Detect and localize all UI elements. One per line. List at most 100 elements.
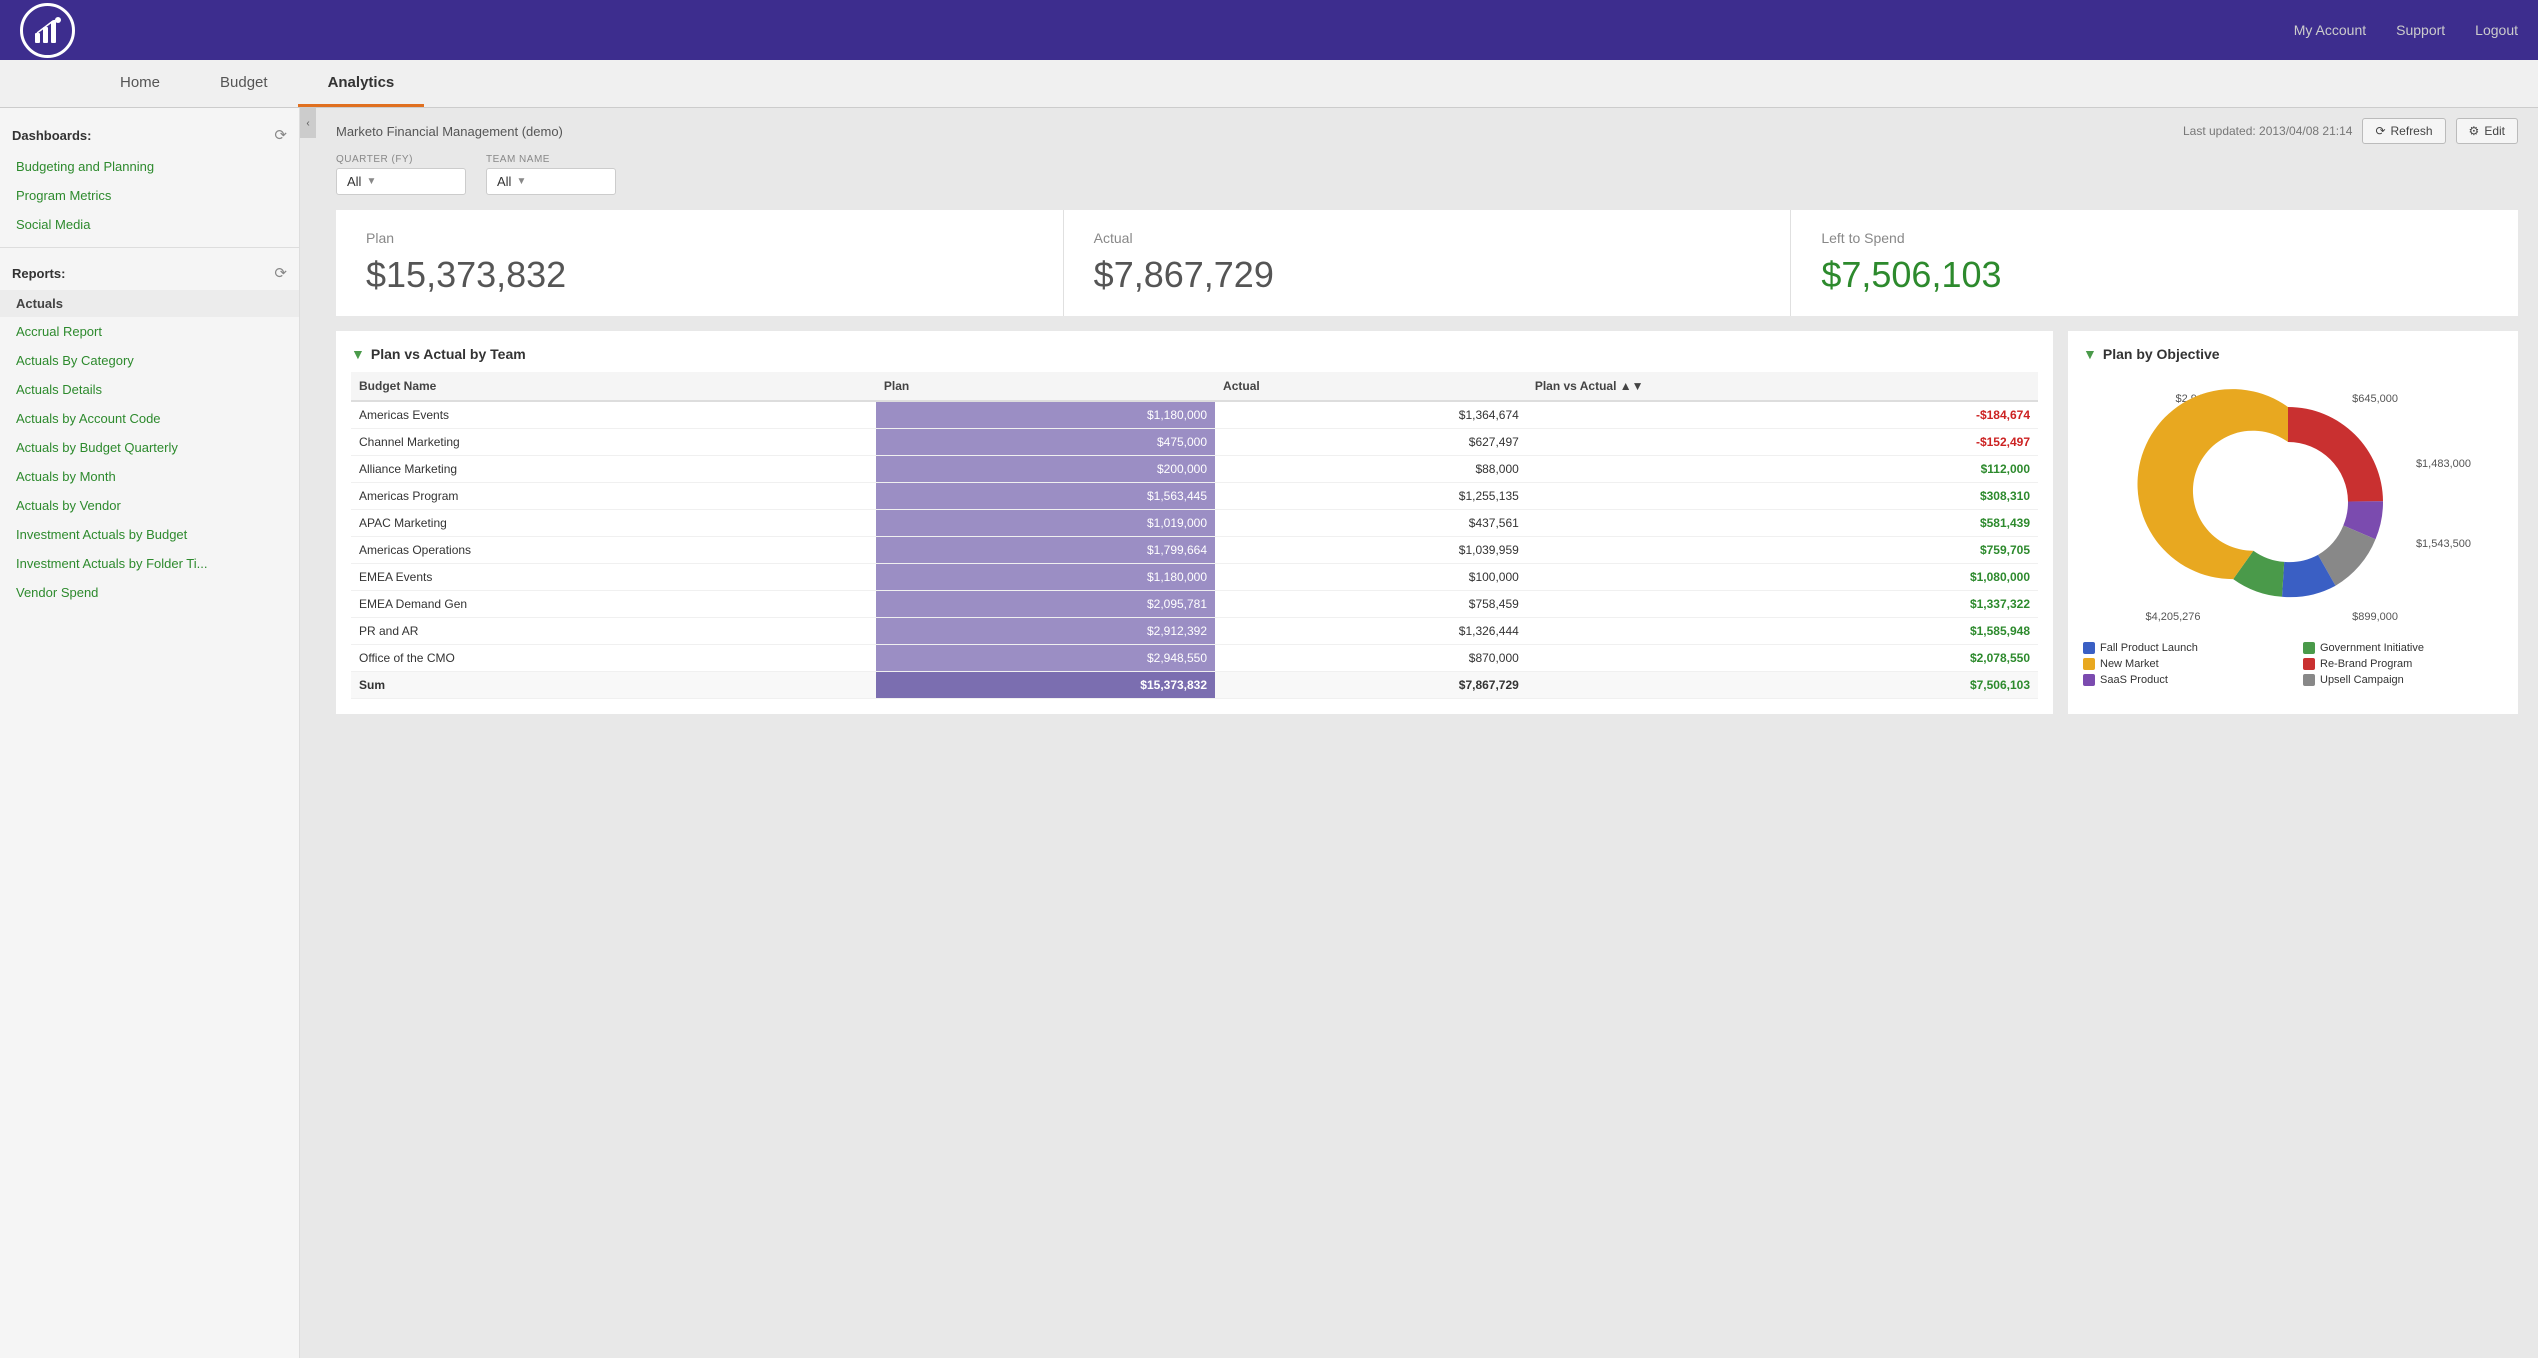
- sidebar-item-investment-actuals-folder[interactable]: Investment Actuals by Folder Ti...: [0, 549, 299, 578]
- sidebar-item-budgeting[interactable]: Budgeting and Planning: [0, 152, 299, 181]
- legend-upsell: Upsell Campaign: [2303, 674, 2503, 686]
- edit-icon: ⚙: [2469, 124, 2480, 138]
- dashboards-refresh-icon[interactable]: ⟳: [274, 126, 287, 144]
- analytics-tab[interactable]: Analytics: [298, 60, 425, 107]
- row-budget-name: PR and AR: [351, 618, 876, 645]
- header-right: Last updated: 2013/04/08 21:14 ⟳ Refresh…: [2183, 118, 2518, 144]
- table-title-text: Plan vs Actual by Team: [371, 346, 526, 362]
- team-arrow-icon: ▼: [516, 176, 526, 187]
- dashboards-header: Dashboards: ⟳: [0, 118, 299, 152]
- last-updated-text: Last updated: 2013/04/08 21:14: [2183, 124, 2352, 138]
- main-content: Marketo Financial Management (demo) Last…: [316, 108, 2538, 1358]
- quarter-filter-group: QUARTER (FY) All ▼: [336, 154, 466, 195]
- row-actual: $437,561: [1215, 510, 1527, 537]
- sum-pvsa: $7,506,103: [1527, 672, 2038, 699]
- legend-government-initiative: Government Initiative: [2303, 642, 2503, 654]
- sidebar-item-vendor-spend[interactable]: Vendor Spend: [0, 578, 299, 607]
- row-budget-name: Americas Events: [351, 401, 876, 429]
- my-account-link[interactable]: My Account: [2294, 22, 2366, 38]
- legend-dot-upsell: [2303, 674, 2315, 686]
- legend-label-new-market: New Market: [2100, 658, 2159, 670]
- sidebar-item-accrual-report[interactable]: Accrual Report: [0, 317, 299, 346]
- sidebar-item-actuals-by-category[interactable]: Actuals By Category: [0, 346, 299, 375]
- kpi-row: Plan $15,373,832 Actual $7,867,729 Left …: [336, 210, 2518, 316]
- svg-text:$1,543,500: $1,543,500: [2416, 538, 2471, 550]
- filter-row: QUARTER (FY) All ▼ TEAM NAME All ▼: [336, 154, 2518, 195]
- refresh-button[interactable]: ⟳ Refresh: [2362, 118, 2445, 144]
- page-body: Dashboards: ⟳ Budgeting and Planning Pro…: [0, 108, 2538, 1358]
- dashboards-label: Dashboards:: [12, 128, 91, 143]
- legend-re-brand: Re-Brand Program: [2303, 658, 2503, 670]
- row-budget-name: Americas Program: [351, 483, 876, 510]
- sidebar: Dashboards: ⟳ Budgeting and Planning Pro…: [0, 108, 300, 1358]
- row-budget-name: Americas Operations: [351, 537, 876, 564]
- reports-refresh-icon[interactable]: ⟳: [274, 264, 287, 282]
- table-row: Americas Events $1,180,000 $1,364,674 ‑$…: [351, 401, 2038, 429]
- legend-dot-fall: [2083, 642, 2095, 654]
- reports-label: Reports:: [12, 266, 65, 281]
- sidebar-item-investment-actuals-budget[interactable]: Investment Actuals by Budget: [0, 520, 299, 549]
- legend-new-market: New Market: [2083, 658, 2283, 670]
- quarter-select[interactable]: All ▼: [336, 168, 466, 195]
- row-pvsa: $1,080,000: [1527, 564, 2038, 591]
- sidebar-collapse-button[interactable]: ‹: [300, 108, 316, 138]
- sidebar-item-actuals-account-code[interactable]: Actuals by Account Code: [0, 404, 299, 433]
- legend-label-saas: SaaS Product: [2100, 674, 2168, 686]
- row-pvsa: ‑$152,497: [1527, 429, 2038, 456]
- row-pvsa: $1,337,322: [1527, 591, 2038, 618]
- svg-text:$1,483,000: $1,483,000: [2416, 458, 2471, 470]
- sum-label: Sum: [351, 672, 876, 699]
- row-actual: $88,000: [1215, 456, 1527, 483]
- sidebar-item-actuals-details[interactable]: Actuals Details: [0, 375, 299, 404]
- actuals-category: Actuals: [0, 290, 299, 317]
- plan-label: Plan: [366, 230, 1033, 246]
- home-tab[interactable]: Home: [90, 60, 190, 107]
- row-actual: $758,459: [1215, 591, 1527, 618]
- row-budget-name: EMEA Events: [351, 564, 876, 591]
- actual-value: $7,867,729: [1094, 254, 1761, 296]
- col-plan-vs-actual[interactable]: Plan vs Actual ▲▼: [1527, 372, 2038, 401]
- sidebar-item-actuals-by-vendor[interactable]: Actuals by Vendor: [0, 491, 299, 520]
- reports-header: Reports: ⟳: [0, 256, 299, 290]
- top-nav-links: My Account Support Logout: [2294, 22, 2518, 38]
- team-select[interactable]: All ▼: [486, 168, 616, 195]
- row-actual: $1,326,444: [1215, 618, 1527, 645]
- refresh-label: Refresh: [2391, 124, 2433, 138]
- row-pvsa: $112,000: [1527, 456, 2038, 483]
- edit-button[interactable]: ⚙ Edit: [2456, 118, 2518, 144]
- sidebar-item-program-metrics[interactable]: Program Metrics: [0, 181, 299, 210]
- left-to-spend-kpi: Left to Spend $7,506,103: [1791, 210, 2518, 316]
- edit-label: Edit: [2484, 124, 2505, 138]
- logout-link[interactable]: Logout: [2475, 22, 2518, 38]
- team-value: All: [497, 174, 511, 189]
- row-budget-name: APAC Marketing: [351, 510, 876, 537]
- sidebar-item-actuals-budget-quarterly[interactable]: Actuals by Budget Quarterly: [0, 433, 299, 462]
- table-row: Americas Program $1,563,445 $1,255,135 $…: [351, 483, 2038, 510]
- row-actual: $1,255,135: [1215, 483, 1527, 510]
- svg-text:$645,000: $645,000: [2352, 393, 2398, 405]
- row-plan: $2,912,392: [876, 618, 1215, 645]
- legend-grid: Fall Product Launch Government Initiativ…: [2083, 642, 2503, 686]
- reports-section: Reports: ⟳ Actuals Accrual Report Actual…: [0, 256, 299, 607]
- sum-plan: $15,373,832: [876, 672, 1215, 699]
- row-plan: $1,563,445: [876, 483, 1215, 510]
- table-filter-icon: ▼: [351, 346, 365, 362]
- row-actual: $627,497: [1215, 429, 1527, 456]
- logo: [20, 3, 75, 58]
- row-pvsa: $2,078,550: [1527, 645, 2038, 672]
- row-actual: $870,000: [1215, 645, 1527, 672]
- actual-label: Actual: [1094, 230, 1761, 246]
- sidebar-item-social-media[interactable]: Social Media: [0, 210, 299, 239]
- table-header-row: Budget Name Plan Actual Plan vs Actual ▲…: [351, 372, 2038, 401]
- row-plan: $1,180,000: [876, 564, 1215, 591]
- sidebar-wrapper: Dashboards: ⟳ Budgeting and Planning Pro…: [0, 108, 316, 1358]
- donut-svg: $2,945,000 $645,000 $1,483,000 $1,543,50…: [2103, 372, 2483, 632]
- col-plan: Plan: [876, 372, 1215, 401]
- support-link[interactable]: Support: [2396, 22, 2445, 38]
- row-actual: $100,000: [1215, 564, 1527, 591]
- budget-tab[interactable]: Budget: [190, 60, 298, 107]
- top-bar: My Account Support Logout: [0, 0, 2538, 60]
- legend-fall-product-launch: Fall Product Launch: [2083, 642, 2283, 654]
- sidebar-item-actuals-by-month[interactable]: Actuals by Month: [0, 462, 299, 491]
- left-to-spend-value: $7,506,103: [1821, 254, 2488, 296]
